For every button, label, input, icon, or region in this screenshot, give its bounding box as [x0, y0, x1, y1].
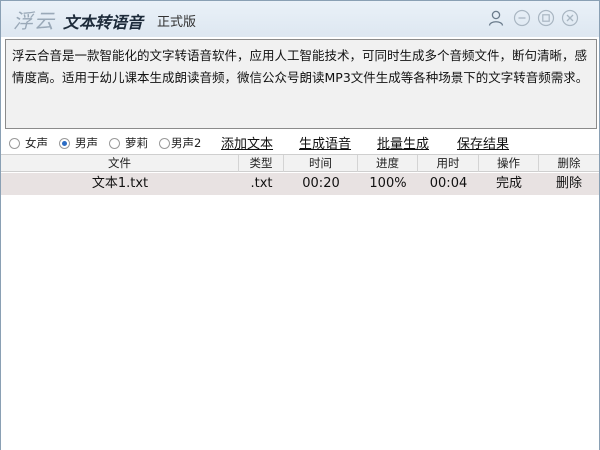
radio-icon[interactable]: [159, 137, 170, 149]
voice-label: 女声: [25, 136, 48, 150]
save-results-link[interactable]: 保存结果: [457, 133, 509, 152]
app-logo: 浮云: [13, 9, 55, 33]
batch-generate-link[interactable]: 批量生成: [377, 133, 429, 152]
voice-option-female[interactable]: 女声: [9, 136, 48, 150]
column-header-elapsed[interactable]: 用时: [418, 155, 479, 172]
description-text: 浮云合音是一款智能化的文字转语音软件，应用人工智能技术，可同时生成多个音频文件，…: [5, 39, 597, 129]
column-header-time[interactable]: 时间: [284, 155, 358, 172]
voice-option-male[interactable]: 男声: [59, 136, 98, 150]
add-text-link[interactable]: 添加文本: [221, 133, 273, 152]
column-header-action[interactable]: 操作: [479, 155, 539, 172]
generate-voice-link[interactable]: 生成语音: [299, 133, 351, 152]
voice-label: 男声2: [171, 136, 202, 150]
app-title: 文本转语音: [63, 13, 144, 32]
voice-label: 萝莉: [125, 136, 148, 150]
cell-file: 文本1.txt: [91, 176, 149, 191]
column-header-delete[interactable]: 删除: [539, 155, 599, 172]
radio-icon[interactable]: [109, 137, 120, 149]
column-header-type[interactable]: 类型: [239, 155, 284, 172]
voice-option-loli[interactable]: 萝莉: [109, 136, 148, 150]
cell-progress: 100%: [369, 176, 407, 191]
table-row[interactable]: 文本1.txt .txt 00:20 100% 00:04 完成 删除: [1, 173, 599, 195]
voice-option-male2[interactable]: 男声2: [159, 136, 201, 150]
minimize-icon[interactable]: [513, 9, 531, 27]
cell-time: 00:20: [302, 176, 340, 191]
edition-label: 正式版: [157, 15, 197, 30]
delete-button[interactable]: 删除: [539, 173, 599, 195]
voice-label: 男声: [75, 136, 98, 150]
table-header: 文件 类型 时间 进度 用时 操作 删除: [1, 154, 599, 172]
cell-elapsed: 00:04: [429, 176, 468, 191]
voice-controls: 女声 男声 萝莉 男声2 添加文本 生成语音 批量生成 保存结果: [7, 133, 595, 153]
radio-selected-icon[interactable]: [59, 137, 70, 149]
radio-icon[interactable]: [9, 137, 20, 149]
column-header-progress[interactable]: 进度: [358, 155, 418, 172]
app-window: 浮云 文本转语音 正式版 浮云合音是一款智能化的文字转语音软件，应用人工智能技术…: [0, 0, 600, 450]
user-icon[interactable]: [487, 9, 505, 27]
file-table: 文件 类型 时间 进度 用时 操作 删除 文本1.txt .txt 00:20 …: [1, 154, 599, 450]
cell-type: .txt: [250, 176, 273, 191]
close-icon[interactable]: [561, 9, 579, 27]
maximize-icon[interactable]: [537, 9, 555, 27]
column-header-file[interactable]: 文件: [1, 155, 239, 172]
title-bar[interactable]: 浮云 文本转语音 正式版: [1, 1, 599, 37]
cell-status: 完成: [495, 176, 522, 191]
